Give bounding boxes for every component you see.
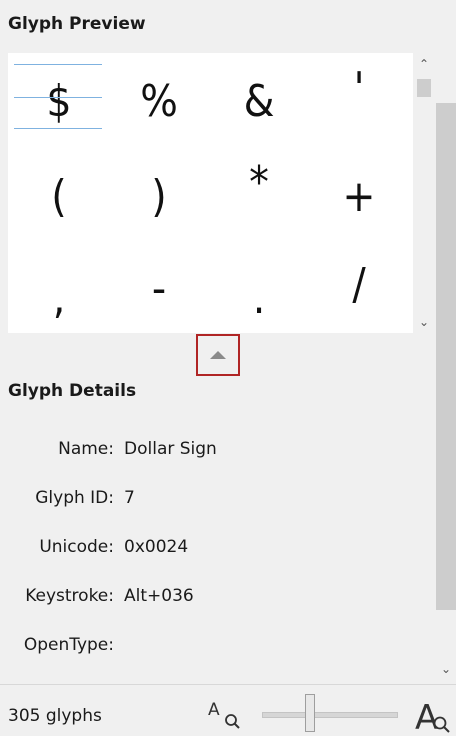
glyph-guide-line bbox=[14, 64, 102, 65]
scroll-down-icon[interactable]: ⌄ bbox=[413, 311, 435, 333]
detail-label: Glyph ID: bbox=[35, 488, 114, 508]
svg-text:A: A bbox=[208, 700, 220, 720]
glyph-char: - bbox=[151, 263, 167, 314]
glyph-panel: Glyph Preview $ % & ' ( ) * + , - . / ⌃ … bbox=[0, 0, 456, 736]
glyph-cell-comma[interactable]: , bbox=[10, 253, 108, 345]
glyph-cell-plus[interactable]: + bbox=[310, 151, 408, 243]
panel-scroll-down-icon[interactable]: ⌄ bbox=[436, 659, 456, 679]
detail-row-keystroke: Keystroke: Alt+036 bbox=[0, 586, 430, 616]
panel-scroll-thumb[interactable] bbox=[436, 103, 456, 610]
panel-scrollbar[interactable]: ⌄ bbox=[436, 53, 456, 683]
collapse-preview-button[interactable] bbox=[196, 334, 240, 376]
glyph-char: . bbox=[252, 273, 266, 324]
scroll-up-icon[interactable]: ⌃ bbox=[413, 53, 435, 75]
glyph-cell-percent[interactable]: % bbox=[110, 56, 208, 148]
glyph-cell-right-paren[interactable]: ) bbox=[110, 151, 208, 243]
zoom-slider-track[interactable] bbox=[262, 712, 398, 718]
glyph-cell-ampersand[interactable]: & bbox=[210, 56, 308, 148]
detail-value: Dollar Sign bbox=[124, 439, 217, 459]
detail-label: Name: bbox=[58, 439, 114, 459]
glyph-char: $ bbox=[46, 76, 72, 127]
glyph-char: % bbox=[140, 76, 178, 127]
glyph-char: & bbox=[243, 76, 275, 127]
status-divider bbox=[0, 684, 456, 685]
glyph-char: + bbox=[342, 171, 376, 222]
glyph-char: * bbox=[249, 157, 269, 208]
glyph-char: ) bbox=[151, 171, 167, 222]
glyph-preview-title: Glyph Preview bbox=[8, 14, 146, 34]
detail-label: OpenType: bbox=[23, 635, 114, 655]
glyph-guide-line bbox=[14, 97, 102, 98]
detail-value: Alt+036 bbox=[124, 586, 194, 606]
detail-value: 7 bbox=[124, 488, 135, 508]
detail-row-name: Name: Dollar Sign bbox=[0, 439, 430, 469]
glyph-cell-asterisk[interactable]: * bbox=[210, 137, 308, 229]
zoom-out-icon[interactable]: A bbox=[206, 698, 242, 730]
svg-text:A: A bbox=[415, 698, 438, 734]
glyph-cell-left-paren[interactable]: ( bbox=[10, 151, 108, 243]
glyph-guide-line bbox=[14, 128, 102, 129]
glyph-cell-period[interactable]: . bbox=[210, 253, 308, 345]
detail-row-glyph-id: Glyph ID: 7 bbox=[0, 488, 430, 518]
detail-row-unicode: Unicode: 0x0024 bbox=[0, 537, 430, 567]
detail-row-opentype: OpenType: bbox=[0, 635, 430, 665]
detail-label: Keystroke: bbox=[25, 586, 114, 606]
detail-value: 0x0024 bbox=[124, 537, 189, 557]
glyph-cell-slash[interactable]: / bbox=[310, 239, 408, 331]
zoom-slider-thumb[interactable] bbox=[305, 694, 315, 732]
glyph-char: ( bbox=[51, 171, 67, 222]
glyph-cell-hyphen[interactable]: - bbox=[110, 243, 208, 335]
glyph-char: / bbox=[352, 259, 366, 310]
glyph-cell-dollar[interactable]: $ bbox=[10, 56, 108, 148]
glyph-count: 305 glyphs bbox=[8, 706, 102, 726]
glyph-char: , bbox=[52, 273, 66, 324]
glyph-cell-apostrophe[interactable]: ' bbox=[310, 43, 408, 135]
triangle-up-icon bbox=[210, 351, 226, 359]
glyph-preview-grid[interactable]: $ % & ' ( ) * + , - . / bbox=[8, 53, 413, 333]
glyph-grid-scroll-thumb[interactable] bbox=[417, 79, 431, 97]
glyph-details-title: Glyph Details bbox=[8, 381, 137, 401]
zoom-in-icon[interactable]: A bbox=[414, 696, 452, 734]
glyph-char: ' bbox=[353, 63, 365, 114]
detail-label: Unicode: bbox=[39, 537, 114, 557]
glyph-grid-scrollbar[interactable]: ⌃ ⌄ bbox=[413, 53, 435, 333]
